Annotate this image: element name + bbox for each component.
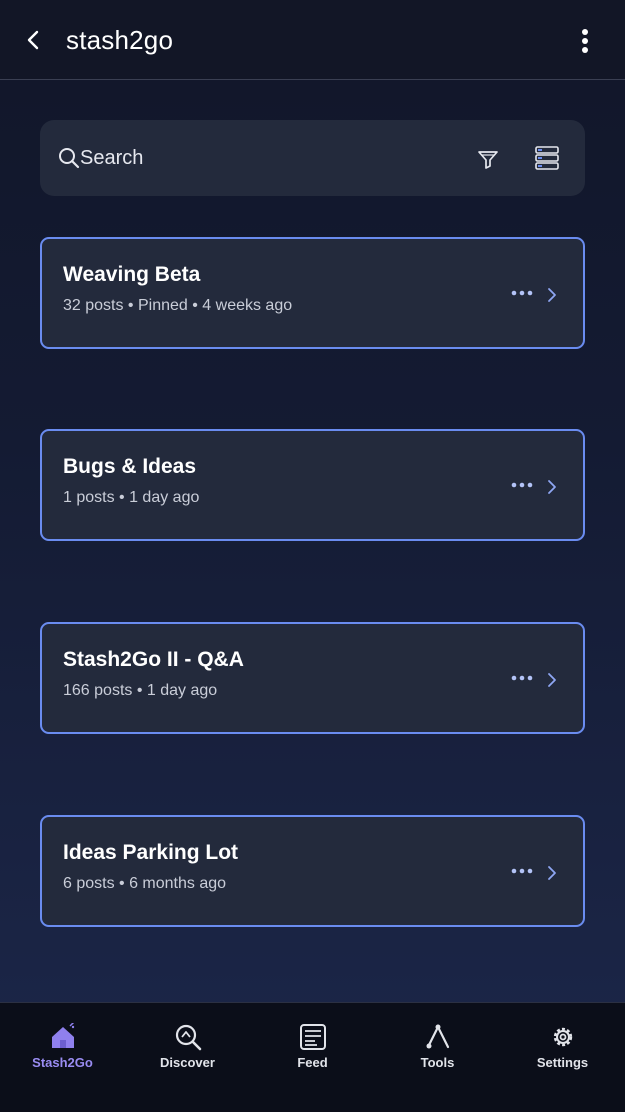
horizontal-ellipsis-icon[interactable] — [511, 673, 533, 683]
board-meta: 32 posts • Pinned • 4 weeks ago — [63, 297, 293, 314]
board-meta: 6 posts • 6 months ago — [63, 875, 227, 892]
search-bar — [40, 120, 585, 196]
list-view-icon[interactable] — [534, 145, 560, 171]
home-icon — [51, 1023, 74, 1048]
filter-icon[interactable] — [476, 147, 500, 171]
tab-discover[interactable]: Discover — [125, 1003, 250, 1112]
chevron-right-icon — [548, 866, 556, 880]
board-title: Ideas Parking Lot — [63, 841, 239, 864]
tab-label: Tools — [420, 1055, 455, 1070]
board-title: Bugs & Ideas — [63, 455, 197, 478]
chevron-right-icon — [548, 480, 556, 494]
tools-icon — [426, 1024, 449, 1049]
board-meta: 1 posts • 1 day ago — [63, 489, 200, 506]
search-icon — [59, 148, 80, 169]
tab-label: Feed — [297, 1055, 328, 1070]
board-card[interactable]: Ideas Parking Lot 6 posts • 6 months ago — [40, 815, 585, 927]
tab-stash2go[interactable]: Stash2Go — [0, 1003, 125, 1112]
board-card[interactable]: Stash2Go II - Q&A 166 posts • 1 day ago — [40, 622, 585, 734]
chevron-right-icon — [548, 288, 556, 302]
page-title: stash2go — [66, 25, 174, 55]
discover-icon — [175, 1024, 201, 1051]
board-meta: 166 posts • 1 day ago — [63, 682, 218, 699]
feed-icon — [299, 1024, 326, 1050]
more-options-button[interactable] — [573, 24, 597, 58]
horizontal-ellipsis-icon[interactable] — [511, 288, 533, 298]
board-card[interactable]: Weaving Beta 32 posts • Pinned • 4 weeks… — [40, 237, 585, 349]
board-title: Stash2Go II - Q&A — [63, 648, 244, 671]
back-button[interactable] — [18, 22, 50, 58]
chevron-left-icon — [27, 30, 39, 50]
app-header: stash2go — [0, 0, 625, 80]
tab-settings[interactable]: Settings — [500, 1003, 625, 1112]
tab-label: Settings — [536, 1055, 589, 1070]
bottom-tab-bar: Stash2Go Discover Feed Tools Settings — [0, 1002, 625, 1112]
tab-tools[interactable]: Tools — [375, 1003, 500, 1112]
board-card[interactable]: Bugs & Ideas 1 posts • 1 day ago — [40, 429, 585, 541]
search-input[interactable] — [80, 144, 460, 172]
gear-icon — [553, 1027, 572, 1047]
vertical-ellipsis-icon — [582, 29, 588, 53]
board-title: Weaving Beta — [63, 263, 201, 286]
tab-label: Stash2Go — [32, 1055, 93, 1070]
horizontal-ellipsis-icon[interactable] — [511, 866, 533, 876]
tab-label: Discover — [160, 1055, 215, 1070]
tab-feed[interactable]: Feed — [250, 1003, 375, 1112]
chevron-right-icon — [548, 673, 556, 687]
horizontal-ellipsis-icon[interactable] — [511, 480, 533, 490]
